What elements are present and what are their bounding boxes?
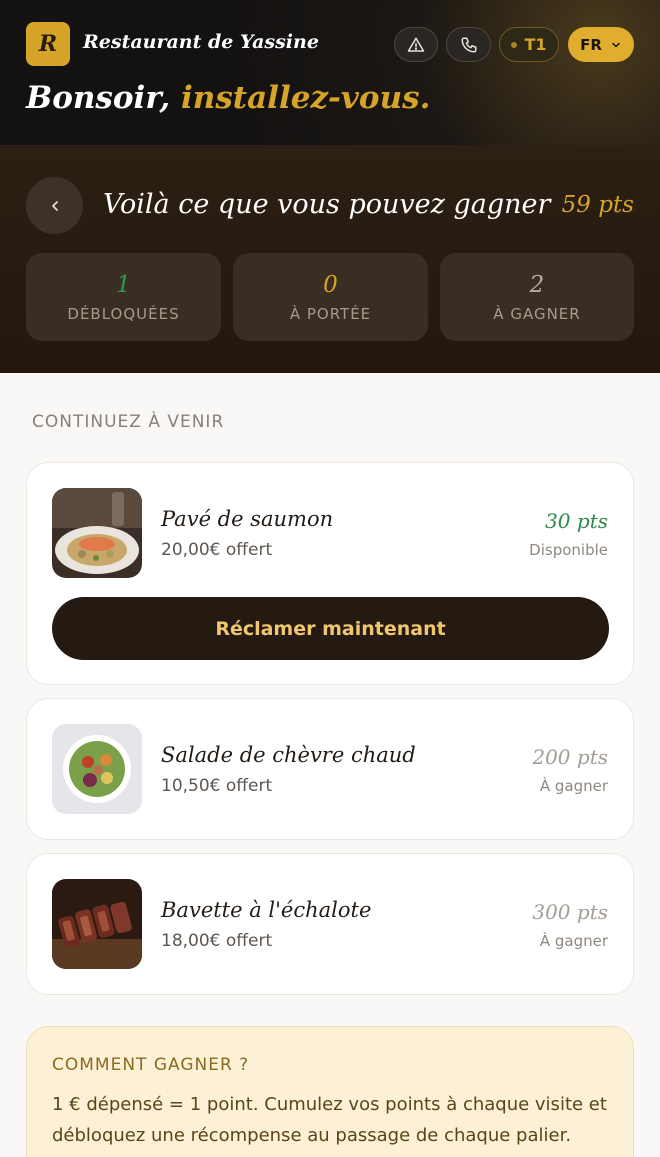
brand-logo: R: [26, 22, 70, 66]
greeting-accent: installez-vous.: [181, 80, 431, 116]
language-selector[interactable]: FR: [568, 27, 634, 62]
table-label: T1: [524, 35, 547, 54]
greeting-prefix: Bonsoir,: [26, 80, 171, 116]
reward-card-salad: Salade de chèvre chaud 10,50€ offert 200…: [26, 698, 634, 840]
stat-label: DÉBLOQUÉES: [67, 305, 180, 323]
rewards-title: Voilà ce que vous pouvez gagner: [103, 189, 551, 220]
chevron-down-icon: [612, 42, 620, 47]
stat-value: 1: [116, 272, 131, 298]
claim-button[interactable]: Réclamer maintenant: [52, 597, 609, 660]
reward-points: 300 pts: [532, 900, 608, 924]
stat-value: 2: [529, 272, 545, 298]
points-balance: 59 pts: [561, 192, 634, 218]
reward-name: Salade de chèvre chaud: [161, 743, 416, 767]
restaurant-name: Restaurant de Yassine: [83, 31, 319, 53]
back-button[interactable]: [26, 177, 83, 234]
how-to-text: 1 € dépensé = 1 point. Cumulez vos point…: [52, 1094, 607, 1146]
reward-points: 200 pts: [532, 745, 608, 769]
reward-status: Disponible: [529, 541, 608, 559]
how-to-earn-panel: COMMENT GAGNER ? 1 € dépensé = 1 point. …: [26, 1026, 634, 1157]
stat-unlocked: 1 DÉBLOQUÉES: [26, 253, 221, 341]
reward-status: À gagner: [539, 777, 608, 795]
reward-image: [52, 879, 142, 969]
stat-label: À GAGNER: [493, 305, 581, 323]
reward-offer: 10,50€ offert: [161, 776, 273, 796]
alert-button[interactable]: [394, 27, 438, 62]
reward-image: [52, 724, 142, 814]
how-to-title: COMMENT GAGNER ?: [52, 1055, 250, 1075]
table-badge[interactable]: T1: [499, 27, 559, 62]
stat-to-earn: 2 À GAGNER: [440, 253, 634, 341]
language-label: FR: [580, 35, 602, 54]
reward-card-salmon: Pavé de saumon 20,00€ offert 30 pts Disp…: [26, 462, 634, 685]
brand-letter: R: [38, 31, 58, 57]
alert-triangle-icon: [407, 37, 425, 52]
greeting: Bonsoir, installez-vous.: [26, 80, 430, 116]
reward-card-steak: Bavette à l'échalote 18,00€ offert 300 p…: [26, 853, 634, 995]
reward-status: À gagner: [539, 932, 608, 950]
reward-image: [52, 488, 142, 578]
app-header: R Restaurant de Yassine T1 FR Bonsoir, i…: [0, 0, 660, 145]
stat-label: À PORTÉE: [289, 305, 372, 323]
stat-value: 0: [323, 272, 338, 298]
rewards-banner: Voilà ce que vous pouvez gagner 59 pts 1…: [0, 145, 660, 373]
chevron-left-icon: [51, 200, 58, 211]
reward-offer: 18,00€ offert: [161, 931, 273, 951]
reward-name: Bavette à l'échalote: [161, 898, 372, 922]
phone-icon: [461, 37, 476, 52]
stat-within-reach: 0 À PORTÉE: [233, 253, 428, 341]
reward-points: 30 pts: [545, 509, 608, 533]
reward-name: Pavé de saumon: [161, 507, 334, 531]
table-status-dot: [511, 41, 518, 48]
call-button[interactable]: [446, 27, 491, 62]
section-label: CONTINUEZ À VENIR: [32, 412, 225, 432]
reward-offer: 20,00€ offert: [161, 540, 273, 560]
